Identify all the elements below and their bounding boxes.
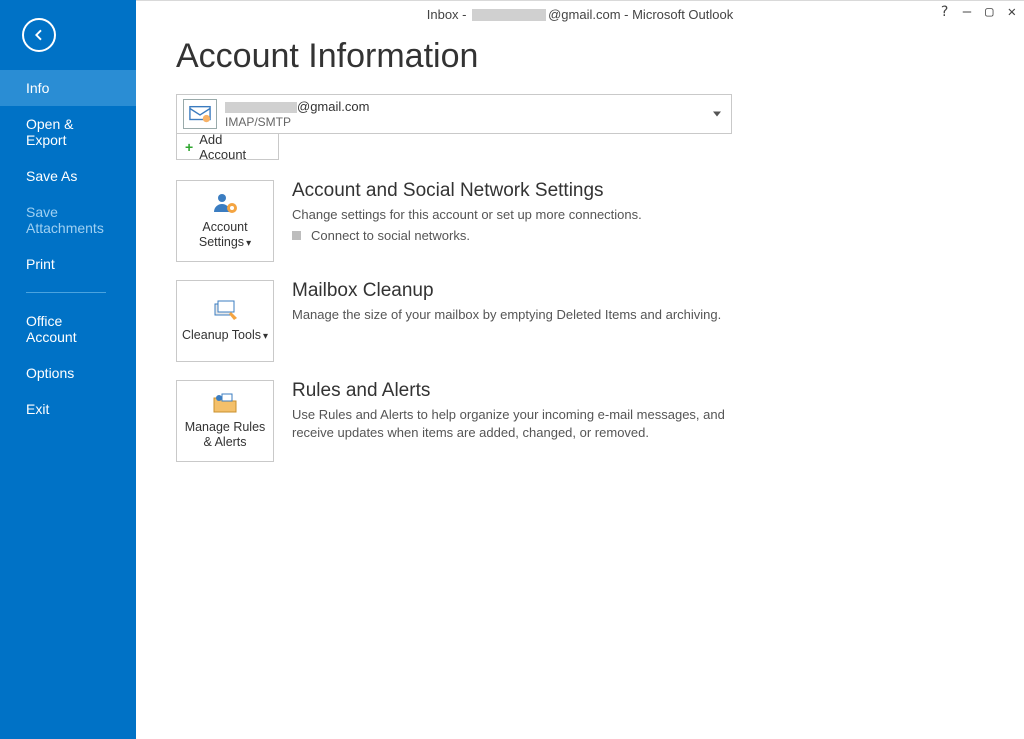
window-controls: ? — ▢ ✕ [940, 5, 1016, 19]
section-desc: Change settings for this account or set … [292, 206, 732, 224]
content-area: Account Information @gmail.com IMAP/SMTP… [136, 27, 1024, 462]
sidebar-item-print[interactable]: Print [0, 246, 136, 282]
title-suffix: @gmail.com - Microsoft Outlook [548, 7, 733, 22]
section-desc: Use Rules and Alerts to help organize yo… [292, 406, 732, 442]
help-icon[interactable]: ? [940, 5, 948, 19]
tile-label: Account Settings▾ [181, 220, 269, 250]
folder-rules-icon [211, 392, 239, 414]
section-title: Rules and Alerts [292, 380, 732, 402]
section-rules-alerts: Manage Rules & Alerts Rules and Alerts U… [176, 380, 984, 462]
minimize-icon[interactable]: — [963, 5, 971, 19]
page-title: Account Information [176, 37, 984, 76]
close-icon[interactable]: ✕ [1008, 5, 1016, 19]
add-account-label: Add Account [199, 132, 270, 162]
plus-icon: + [185, 139, 193, 155]
section-body: Mailbox Cleanup Manage the size of your … [292, 280, 732, 362]
main-panel: Inbox - @gmail.com - Microsoft Outlook ?… [136, 0, 1024, 739]
sidebar-separator [26, 292, 106, 293]
section-body: Account and Social Network Settings Chan… [292, 180, 732, 262]
section-body: Rules and Alerts Use Rules and Alerts to… [292, 380, 732, 462]
sidebar-item-options[interactable]: Options [0, 355, 136, 391]
section-title: Account and Social Network Settings [292, 180, 732, 202]
sidebar-item-office-account[interactable]: Office Account [0, 303, 136, 355]
tile-label: Cleanup Tools▾ [182, 328, 268, 343]
section-mailbox-cleanup: Cleanup Tools▾ Mailbox Cleanup Manage th… [176, 280, 984, 362]
sidebar-item-exit[interactable]: Exit [0, 391, 136, 427]
account-selector[interactable]: @gmail.com IMAP/SMTP [176, 94, 732, 134]
connect-social-link[interactable]: Connect to social networks. [292, 228, 732, 243]
tile-manage-rules[interactable]: Manage Rules & Alerts [176, 380, 274, 462]
window-title: Inbox - @gmail.com - Microsoft Outlook [427, 7, 734, 22]
sidebar-item-save-as[interactable]: Save As [0, 158, 136, 194]
account-label: @gmail.com IMAP/SMTP [225, 99, 369, 129]
tile-account-settings[interactable]: Account Settings▾ [176, 180, 274, 262]
maximize-icon[interactable]: ▢ [985, 5, 993, 19]
tile-cleanup-tools[interactable]: Cleanup Tools▾ [176, 280, 274, 362]
backstage-sidebar: Info Open & Export Save As Save Attachme… [0, 0, 136, 739]
bullet-icon [292, 231, 301, 240]
sidebar-item-info[interactable]: Info [0, 70, 136, 106]
title-prefix: Inbox - [427, 7, 470, 22]
broom-icon [211, 300, 239, 322]
person-gear-icon [211, 192, 239, 214]
sidebar-item-open-export[interactable]: Open & Export [0, 106, 136, 158]
redacted-email-user [472, 9, 546, 21]
section-title: Mailbox Cleanup [292, 280, 732, 302]
add-account-button[interactable]: + Add Account [176, 134, 279, 160]
section-account-settings: Account Settings▾ Account and Social Net… [176, 180, 984, 262]
account-icon [183, 99, 217, 129]
title-bar: Inbox - @gmail.com - Microsoft Outlook ?… [136, 1, 1024, 27]
tile-label: Manage Rules & Alerts [181, 420, 269, 450]
back-button[interactable] [22, 18, 56, 52]
chevron-down-icon [713, 112, 721, 117]
account-email-suffix: @gmail.com [297, 99, 369, 114]
account-protocol: IMAP/SMTP [225, 115, 369, 129]
section-desc: Manage the size of your mailbox by empty… [292, 306, 732, 324]
sidebar-item-save-attachments: Save Attachments [0, 194, 136, 246]
redacted-email-user-box [225, 102, 297, 113]
link-label: Connect to social networks. [311, 228, 470, 243]
